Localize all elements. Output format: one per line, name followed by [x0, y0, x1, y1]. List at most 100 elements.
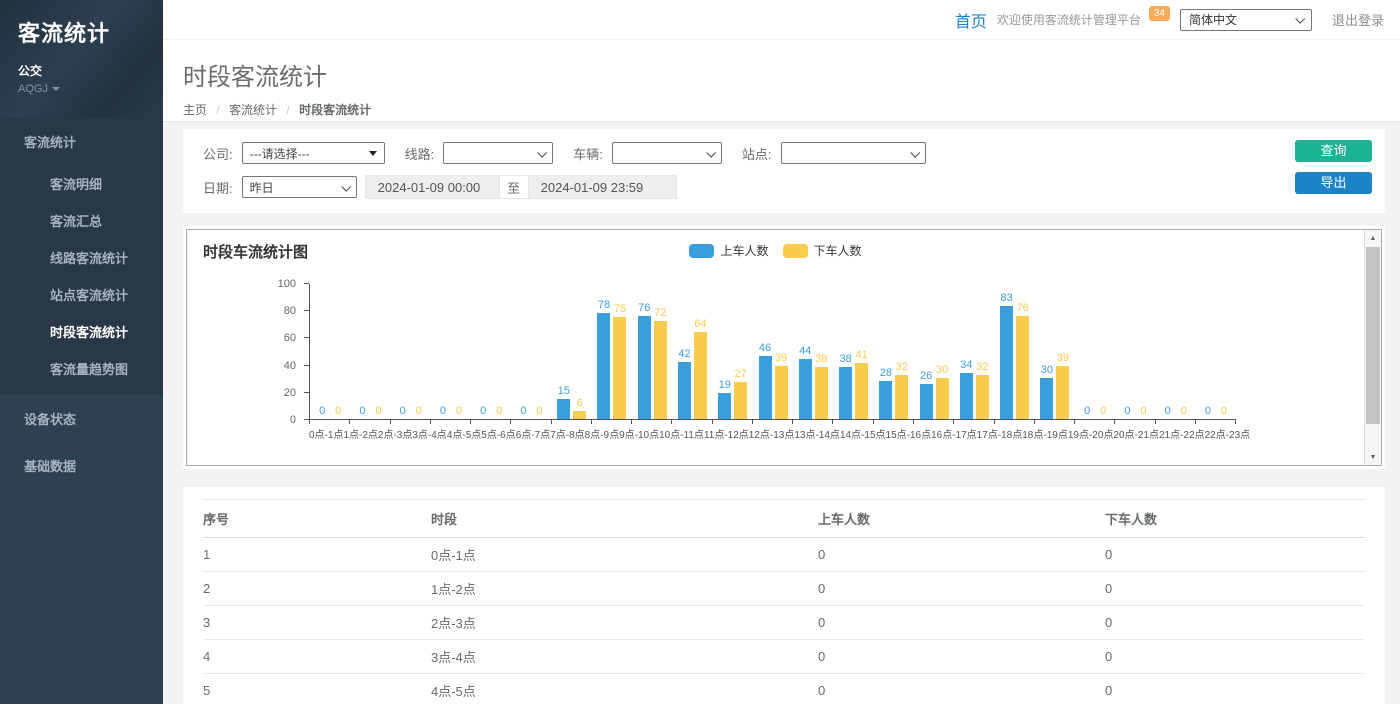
- table-cell: 1: [203, 538, 431, 572]
- sidebar-item-line-stats[interactable]: 线路客流统计: [0, 239, 163, 276]
- chart-plot-area: 0000000000001567875767242641927463944383…: [309, 284, 1236, 420]
- col-header-alighting: 下车人数: [1105, 500, 1365, 538]
- sidebar-item-passenger-summary[interactable]: 客流汇总: [0, 202, 163, 239]
- bar: 64: [694, 332, 707, 419]
- x-tick-label: 22点-23点: [1205, 426, 1251, 441]
- date-label: 日期:: [203, 178, 233, 197]
- x-tick-mark: [672, 420, 712, 424]
- sidebar-item-device-status[interactable]: 设备状态: [0, 395, 163, 442]
- bar: 27: [734, 382, 747, 419]
- x-tick-label: 17点-18点: [977, 426, 1023, 441]
- bar: 78: [597, 313, 610, 419]
- chart-panel: 时段车流统计图 上车人数 下车人数 020406080100 000000000…: [186, 229, 1382, 466]
- sidebar-item-base-data[interactable]: 基础数据: [0, 442, 163, 489]
- sidebar-submenu: 客流明细 客流汇总 线路客流统计 站点客流统计 时段客流统计 客流量趋势图: [0, 165, 163, 395]
- org-name: 公交: [18, 62, 145, 79]
- date-end-input[interactable]: 2024-01-09 23:59: [528, 175, 677, 199]
- x-tick-label: 12点-13点: [749, 426, 795, 441]
- scroll-down-arrow[interactable]: ▼: [1365, 449, 1381, 465]
- table-row: 54点-5点00: [203, 674, 1365, 704]
- dropdown-triangle-icon: [369, 151, 377, 156]
- bar: 44: [799, 359, 812, 419]
- scrollbar-thumb[interactable]: [1366, 247, 1380, 424]
- table-row: 21点-2点00: [203, 572, 1365, 606]
- user-name: AQGJ: [18, 83, 48, 95]
- bar-value-label: 0: [520, 405, 526, 417]
- bar-value-label: 76: [638, 302, 650, 314]
- breadcrumb-home[interactable]: 主页: [183, 103, 207, 117]
- logout-link[interactable]: 退出登录: [1332, 10, 1384, 29]
- x-tick-label: 8点-9点: [585, 426, 619, 441]
- bar: 26: [920, 384, 933, 419]
- user-dropdown[interactable]: AQGJ: [18, 83, 145, 95]
- bar-group: 3039: [1035, 284, 1075, 419]
- sidebar-header: 客流统计 公交 AQGJ: [0, 0, 163, 118]
- bar-group: 2630: [914, 284, 954, 419]
- table-cell: 0: [818, 606, 1105, 640]
- sidebar-item-period-stats[interactable]: 时段客流统计: [0, 313, 163, 350]
- sidebar-item-passenger-detail[interactable]: 客流明细: [0, 165, 163, 202]
- scroll-up-arrow[interactable]: ▲: [1365, 230, 1381, 246]
- bar: 75: [613, 317, 626, 419]
- col-header-index: 序号: [203, 500, 431, 538]
- table-cell: 2点-3点: [431, 606, 818, 640]
- table-row: 43点-4点00: [203, 640, 1365, 674]
- x-tick-mark: [592, 420, 632, 424]
- query-button[interactable]: 查询: [1295, 140, 1372, 162]
- bar: 34: [960, 373, 973, 419]
- x-tick-label: 18点-19点: [1022, 426, 1068, 441]
- x-tick-mark: [511, 420, 551, 424]
- table-cell: 0点-1点: [431, 538, 818, 572]
- bar-value-label: 39: [775, 352, 787, 364]
- table-cell: 0: [1105, 572, 1365, 606]
- x-tick-label: 2点-3点: [378, 426, 412, 441]
- bar-group: 00: [310, 284, 350, 419]
- table-cell: 0: [1105, 606, 1365, 640]
- x-tick-mark: [833, 420, 873, 424]
- breadcrumb-section[interactable]: 客流统计: [229, 103, 277, 117]
- bar: 76: [1016, 316, 1029, 419]
- table-cell: 0: [1105, 538, 1365, 572]
- legend-swatch-blue: [689, 244, 714, 258]
- legend-item-boarding[interactable]: 上车人数: [689, 242, 768, 259]
- bar-value-label: 26: [920, 370, 932, 382]
- x-tick-mark: [632, 420, 672, 424]
- sidebar-item-station-stats[interactable]: 站点客流统计: [0, 276, 163, 313]
- x-tick-label: 20点-21点: [1113, 426, 1159, 441]
- vehicle-select[interactable]: [612, 142, 722, 164]
- company-select[interactable]: ---请选择---: [242, 142, 385, 164]
- table-cell: 0: [1105, 674, 1365, 704]
- bar-value-label: 38: [839, 353, 851, 365]
- bar-value-label: 0: [319, 405, 325, 417]
- table-cell: 1点-2点: [431, 572, 818, 606]
- welcome-text: 欢迎使用客流统计管理平台: [997, 11, 1141, 28]
- date-start-input[interactable]: 2024-01-09 00:00: [365, 175, 500, 199]
- chart-x-ticks: [309, 420, 1236, 424]
- export-button[interactable]: 导出: [1295, 172, 1372, 194]
- sidebar-item-trend-chart[interactable]: 客流量趋势图: [0, 350, 163, 387]
- legend-item-alighting[interactable]: 下车人数: [783, 242, 862, 259]
- x-tick-mark: [914, 420, 954, 424]
- bar: 28: [879, 381, 892, 419]
- y-tick-label: 100: [278, 278, 296, 290]
- x-tick-mark: [1196, 420, 1236, 424]
- bar-group: 4264: [672, 284, 712, 419]
- chart-x-axis-labels: 0点-1点1点-2点2点-3点3点-4点4点-5点5点-6点6点-7点7点-8点…: [309, 426, 1236, 441]
- home-link[interactable]: 首页: [955, 8, 987, 32]
- x-tick-mark: [713, 420, 753, 424]
- line-select[interactable]: [443, 142, 553, 164]
- x-tick-mark: [753, 420, 793, 424]
- chart-legend: 上车人数 下车人数: [187, 242, 1364, 259]
- chart-y-axis: 020406080100: [187, 284, 309, 420]
- company-label: 公司:: [203, 144, 233, 163]
- bar: 38: [815, 367, 828, 419]
- language-select[interactable]: 简体中文: [1180, 9, 1312, 31]
- station-select[interactable]: [781, 142, 926, 164]
- x-tick-mark: [793, 420, 833, 424]
- bar: 6: [573, 411, 586, 419]
- date-preset-select[interactable]: 昨日: [242, 176, 357, 198]
- bar-value-label: 32: [896, 361, 908, 373]
- notification-badge: 34: [1149, 6, 1170, 21]
- sidebar-item-passenger-stats[interactable]: 客流统计: [0, 118, 163, 165]
- chevron-down-icon: [910, 147, 920, 157]
